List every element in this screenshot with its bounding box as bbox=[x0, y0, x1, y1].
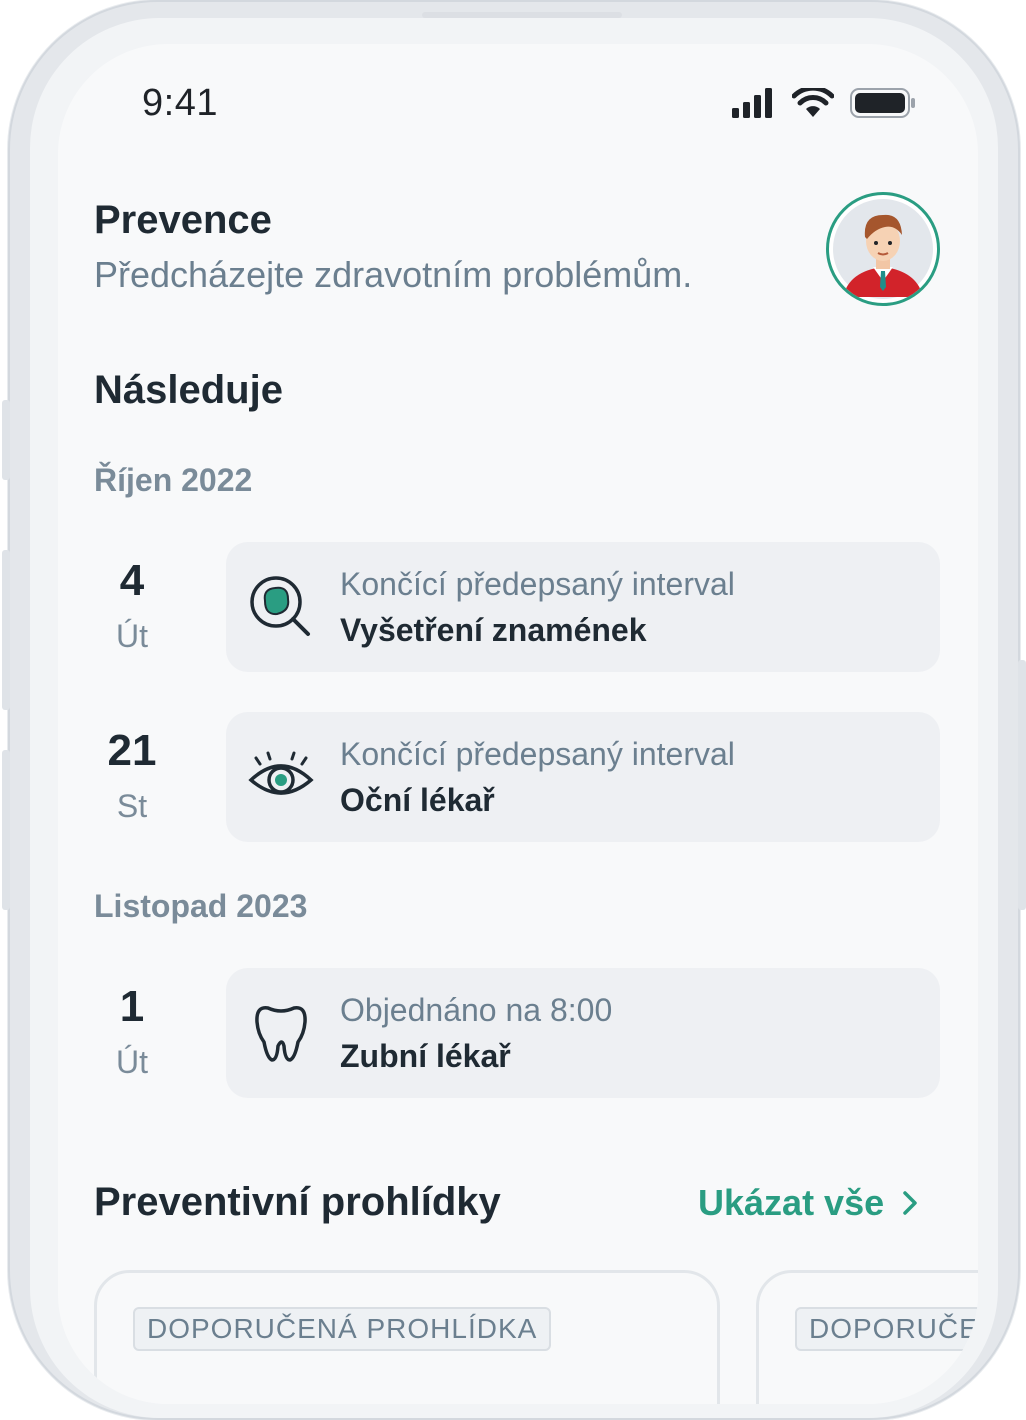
wifi-icon bbox=[792, 88, 834, 117]
app-screen: 9:41 Prevence Předcházejte zdravotním pr… bbox=[58, 44, 978, 1404]
avatar[interactable] bbox=[826, 192, 940, 306]
show-all-label: Ukázat vše bbox=[698, 1182, 885, 1223]
page-title: Prevence bbox=[94, 198, 272, 242]
month-label: Listopad 2023 bbox=[94, 888, 308, 924]
page-subtitle: Předcházejte zdravotním problémům. bbox=[94, 254, 693, 295]
signal-icon bbox=[732, 88, 772, 118]
recommended-badge: DOPORUČENÁ PROHLÍDKA bbox=[133, 1307, 552, 1351]
event-status: Objednáno na 8:00 bbox=[340, 992, 613, 1028]
eye-icon bbox=[248, 751, 314, 795]
user-avatar-icon bbox=[833, 199, 933, 299]
event-weekday: Út bbox=[116, 1044, 148, 1080]
volume-down-button bbox=[2, 750, 10, 910]
event-day-number: 1 bbox=[119, 982, 145, 1031]
status-time: 9:41 bbox=[142, 82, 218, 124]
chevron-right-icon bbox=[903, 1191, 917, 1215]
upcoming-title: Následuje bbox=[94, 368, 283, 412]
mute-switch bbox=[2, 400, 10, 480]
event-name: Vyšetření znamének bbox=[340, 612, 647, 648]
checkup-card[interactable]: DOPORUČE bbox=[756, 1270, 978, 1404]
mole-magnifier-icon bbox=[250, 576, 310, 636]
event-card-eye-doctor[interactable]: Končící předepsaný interval Oční lékař bbox=[226, 712, 940, 842]
month-label: Říjen 2022 bbox=[94, 462, 253, 498]
event-weekday: Út bbox=[116, 618, 148, 654]
event-card-dentist[interactable]: Objednáno na 8:00 Zubní lékař bbox=[226, 968, 940, 1098]
event-name: Oční lékař bbox=[340, 782, 495, 818]
status-icons bbox=[732, 88, 916, 118]
event-day-number: 21 bbox=[107, 726, 157, 775]
volume-up-button bbox=[2, 550, 10, 710]
tooth-icon bbox=[255, 1006, 307, 1062]
checkup-card[interactable]: DOPORUČENÁ PROHLÍDKA bbox=[94, 1270, 720, 1404]
event-card-mole-check[interactable]: Končící předepsaný interval Vyšetření zn… bbox=[226, 542, 940, 672]
checkups-title: Preventivní prohlídky bbox=[94, 1180, 501, 1224]
event-weekday: St bbox=[116, 788, 148, 824]
show-all-link[interactable]: Ukázat vše bbox=[698, 1182, 918, 1224]
battery-icon bbox=[850, 88, 915, 118]
event-status: Končící předepsaný interval bbox=[340, 566, 735, 602]
event-name: Zubní lékař bbox=[340, 1038, 511, 1074]
power-button bbox=[1018, 660, 1026, 910]
event-status: Končící předepsaný interval bbox=[340, 736, 735, 772]
recommended-badge: DOPORUČE bbox=[795, 1307, 978, 1351]
event-day-number: 4 bbox=[119, 556, 145, 605]
